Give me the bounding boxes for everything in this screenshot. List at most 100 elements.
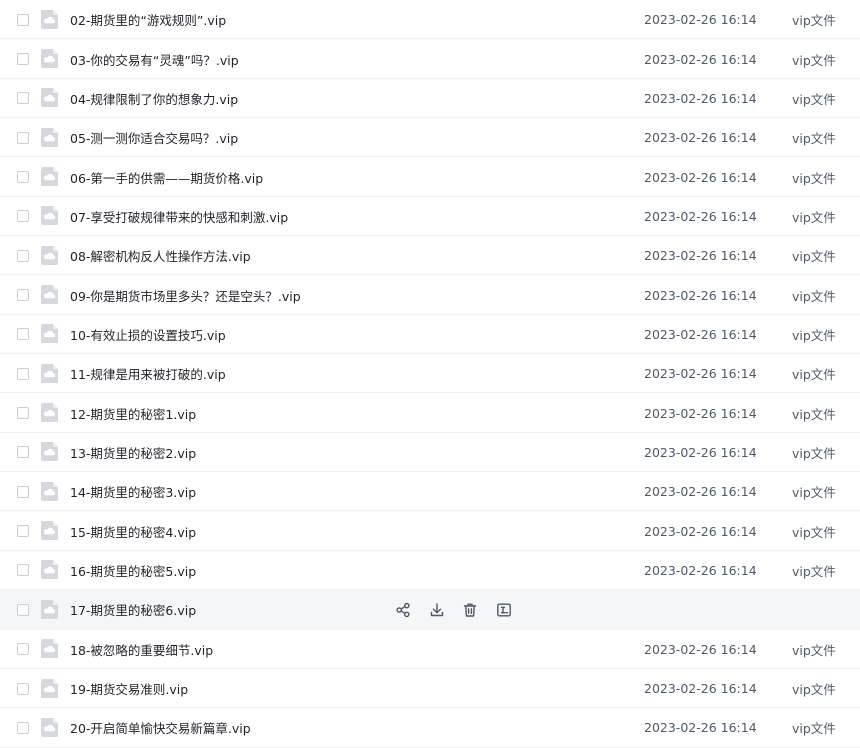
file-row[interactable]: 15-期货里的秘密4.vip 2023-02-26 16:14 vip文件	[0, 511, 860, 552]
row-checkbox[interactable]	[17, 328, 29, 341]
file-type: vip文件	[792, 170, 836, 186]
file-row[interactable]: 11-规律是用来被打破的.vip 2023-02-26 16:14 vip文件	[0, 354, 860, 394]
file-type: vip文件	[792, 91, 836, 107]
file-row[interactable]: 10-有效止损的设置技巧.vip 2023-02-26 16:14 vip文件	[0, 315, 860, 355]
file-icon	[41, 363, 58, 383]
file-name[interactable]: 18-被忽略的重要细节.vip	[70, 640, 213, 659]
file-row[interactable]: 14-期货里的秘密3.vip 2023-02-26 16:14 vip文件	[0, 472, 860, 512]
file-name[interactable]: 10-有效止损的设置技巧.vip	[70, 325, 226, 344]
file-row[interactable]: 04-规律限制了你的想象力.vip 2023-02-26 16:14 vip文件	[0, 79, 860, 119]
file-icon	[41, 324, 58, 344]
file-row[interactable]: 05-测一测你适合交易吗？.vip 2023-02-26 16:14 vip文件	[0, 118, 860, 158]
file-row[interactable]: 19-期货交易准则.vip 2023-02-26 16:14 vip文件	[0, 669, 860, 709]
row-checkbox[interactable]	[17, 603, 29, 616]
file-date: 2023-02-26 16:14	[644, 130, 757, 146]
row-checkbox[interactable]	[17, 564, 29, 577]
file-type: vip文件	[792, 524, 836, 540]
file-name[interactable]: 12-期货里的秘密1.vip	[70, 404, 196, 423]
file-date: 2023-02-26 16:14	[644, 12, 757, 28]
file-icon	[41, 521, 58, 541]
file-list: 02-期货里的“游戏规则”.vip 2023-02-26 16:14 vip文件…	[0, 0, 860, 748]
row-checkbox[interactable]	[17, 289, 29, 302]
delete-icon[interactable]	[461, 601, 479, 619]
file-row[interactable]: 17-期货里的秘密6.vip	[0, 590, 860, 630]
file-type: vip文件	[792, 327, 836, 343]
file-type: vip文件	[792, 13, 836, 29]
file-type: vip文件	[792, 288, 836, 304]
file-icon	[41, 127, 58, 147]
file-type: vip文件	[792, 367, 836, 383]
file-type: vip文件	[792, 563, 836, 579]
file-row[interactable]: 02-期货里的“游戏规则”.vip 2023-02-26 16:14 vip文件	[0, 0, 860, 40]
row-checkbox[interactable]	[17, 643, 29, 656]
download-icon[interactable]	[428, 601, 446, 619]
row-checkbox[interactable]	[17, 171, 29, 184]
file-date: 2023-02-26 16:14	[644, 484, 757, 500]
file-date: 2023-02-26 16:14	[644, 326, 757, 342]
file-name[interactable]: 05-测一测你适合交易吗？.vip	[70, 128, 238, 147]
file-row[interactable]: 03-你的交易有“灵魂”吗？.vip 2023-02-26 16:14 vip文…	[0, 39, 860, 80]
file-date: 2023-02-26 16:14	[644, 681, 757, 697]
row-checkbox[interactable]	[17, 485, 29, 498]
file-icon	[41, 481, 58, 501]
file-date: 2023-02-26 16:14	[644, 444, 757, 460]
file-name[interactable]: 08-解密机构反人性操作方法.vip	[70, 246, 251, 265]
file-icon	[41, 245, 58, 265]
file-name[interactable]: 11-规律是用来被打破的.vip	[70, 364, 226, 383]
file-row[interactable]: 08-解密机构反人性操作方法.vip 2023-02-26 16:14 vip文…	[0, 236, 860, 276]
file-date: 2023-02-26 16:14	[644, 248, 757, 264]
file-name[interactable]: 15-期货里的秘密4.vip	[70, 522, 196, 541]
file-date: 2023-02-26 16:14	[644, 208, 757, 224]
file-name[interactable]: 09-你是期货市场里多头？还是空头？.vip	[70, 286, 301, 305]
file-name[interactable]: 16-期货里的秘密5.vip	[70, 561, 196, 580]
share-icon[interactable]	[394, 601, 412, 619]
row-checkbox[interactable]	[17, 407, 29, 420]
file-date: 2023-02-26 16:14	[644, 287, 757, 303]
file-name[interactable]: 02-期货里的“游戏规则”.vip	[70, 10, 226, 29]
file-date: 2023-02-26 16:14	[644, 562, 757, 578]
row-checkbox[interactable]	[17, 249, 29, 262]
file-type: vip文件	[792, 209, 836, 225]
file-row[interactable]: 13-期货里的秘密2.vip 2023-02-26 16:14 vip文件	[0, 433, 860, 473]
rename-icon[interactable]	[495, 601, 513, 619]
file-type: vip文件	[792, 485, 836, 501]
file-date: 2023-02-26 16:14	[644, 169, 757, 185]
file-row[interactable]: 09-你是期货市场里多头？还是空头？.vip 2023-02-26 16:14 …	[0, 275, 860, 316]
file-name[interactable]: 13-期货里的秘密2.vip	[70, 443, 196, 462]
file-icon	[41, 285, 58, 305]
file-name[interactable]: 17-期货里的秘密6.vip	[70, 600, 196, 619]
file-row[interactable]: 06-第一手的供需——期货价格.vip 2023-02-26 16:14 vip…	[0, 157, 860, 198]
row-checkbox[interactable]	[17, 92, 29, 105]
row-checkbox[interactable]	[17, 210, 29, 223]
file-icon	[41, 442, 58, 462]
row-checkbox[interactable]	[17, 525, 29, 538]
row-checkbox[interactable]	[17, 131, 29, 144]
row-checkbox[interactable]	[17, 446, 29, 459]
file-name[interactable]: 14-期货里的秘密3.vip	[70, 482, 196, 501]
file-row[interactable]: 07-享受打破规律带来的快感和刺激.vip 2023-02-26 16:14 v…	[0, 197, 860, 237]
file-icon	[41, 678, 58, 698]
file-icon	[41, 88, 58, 108]
file-icon	[41, 167, 58, 187]
file-type: vip文件	[792, 642, 836, 658]
file-name[interactable]: 19-期货交易准则.vip	[70, 679, 188, 698]
row-checkbox[interactable]	[17, 721, 29, 734]
file-name[interactable]: 03-你的交易有“灵魂”吗？.vip	[70, 50, 239, 69]
row-checkbox[interactable]	[17, 53, 29, 66]
file-row[interactable]: 16-期货里的秘密5.vip 2023-02-26 16:14 vip文件	[0, 551, 860, 591]
file-name[interactable]: 20-开启简单愉快交易新篇章.vip	[70, 718, 251, 737]
row-checkbox[interactable]	[17, 13, 29, 26]
file-date: 2023-02-26 16:14	[644, 641, 757, 657]
file-type: vip文件	[792, 445, 836, 461]
row-checkbox[interactable]	[17, 367, 29, 380]
file-name[interactable]: 06-第一手的供需——期货价格.vip	[70, 168, 263, 187]
file-name[interactable]: 04-规律限制了你的想象力.vip	[70, 89, 238, 108]
file-name[interactable]: 07-享受打破规律带来的快感和刺激.vip	[70, 207, 288, 226]
file-type: vip文件	[792, 249, 836, 265]
file-type: vip文件	[792, 52, 836, 68]
file-row[interactable]: 12-期货里的秘密1.vip 2023-02-26 16:14 vip文件	[0, 393, 860, 434]
file-date: 2023-02-26 16:14	[644, 366, 757, 382]
row-checkbox[interactable]	[17, 682, 29, 695]
file-row[interactable]: 18-被忽略的重要细节.vip 2023-02-26 16:14 vip文件	[0, 630, 860, 670]
file-date: 2023-02-26 16:14	[644, 720, 757, 736]
